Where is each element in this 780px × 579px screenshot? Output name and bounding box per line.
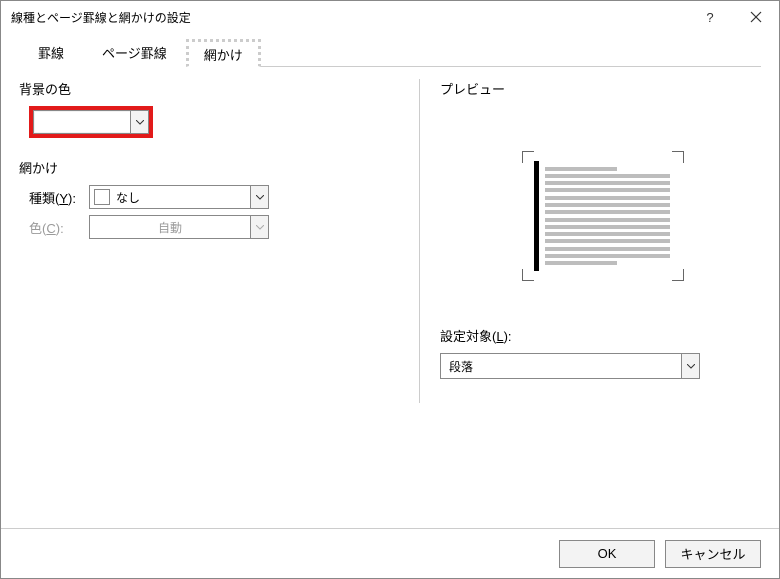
close-button[interactable] — [733, 2, 779, 32]
preview-label: プレビュー — [440, 79, 761, 98]
ok-button-label: OK — [598, 546, 617, 561]
pattern-type-label: 種類(Y): — [29, 188, 89, 207]
cancel-button-label: キャンセル — [680, 544, 745, 563]
preview-box — [516, 151, 686, 281]
preview-page — [534, 161, 674, 271]
apply-section: 設定対象(L): 段落 — [440, 326, 761, 403]
tab-page-borders[interactable]: ページ罫線 — [83, 36, 186, 67]
bg-color-combo[interactable] — [33, 110, 149, 134]
tab-borders-label: 罫線 — [38, 46, 64, 61]
tab-borders[interactable]: 罫線 — [19, 36, 83, 67]
close-icon — [750, 11, 762, 23]
dialog-window: 線種とページ罫線と網かけの設定 ? 罫線 ページ罫線 網かけ 背景の色 — [0, 0, 780, 579]
apply-to-arrow — [681, 354, 699, 378]
tab-page-borders-label: ページ罫線 — [102, 46, 167, 61]
pattern-type-value: なし — [116, 189, 140, 206]
chevron-down-icon — [256, 225, 264, 230]
bg-color-row — [29, 106, 407, 138]
chevron-down-icon — [687, 364, 695, 369]
pattern-type-combo[interactable]: なし — [89, 185, 269, 209]
highlight-box — [29, 106, 153, 138]
ok-button[interactable]: OK — [559, 540, 655, 568]
right-column: プレビュー 設定対象(L): — [419, 79, 761, 403]
pattern-type-body: なし — [90, 186, 250, 208]
pattern-swatch-icon — [94, 189, 110, 205]
preview-lines — [545, 165, 670, 267]
apply-to-value: 段落 — [449, 358, 473, 375]
dialog-footer: OK キャンセル — [1, 528, 779, 578]
tab-strip: 罫線 ページ罫線 網かけ — [19, 37, 761, 67]
pattern-color-body: 自動 — [90, 216, 250, 238]
apply-to-label: 設定対象(L): — [440, 326, 761, 345]
pattern-type-row: 種類(Y): なし — [29, 185, 407, 209]
chevron-down-icon — [136, 120, 144, 125]
bg-color-swatch — [35, 112, 130, 132]
pattern-color-combo: 自動 — [89, 215, 269, 239]
content-row: 背景の色 網かけ 種類(Y): — [19, 79, 761, 403]
pattern-type-arrow — [250, 186, 268, 208]
left-column: 背景の色 網かけ 種類(Y): — [19, 79, 419, 403]
help-button[interactable]: ? — [687, 2, 733, 32]
tab-shading-label: 網かけ — [204, 48, 243, 63]
crop-mark-icon — [522, 151, 534, 163]
apply-to-combo[interactable]: 段落 — [440, 353, 700, 379]
pattern-color-label: 色(C): — [29, 218, 89, 237]
pattern-color-row: 色(C): 自動 — [29, 215, 407, 239]
tab-shading[interactable]: 網かけ — [186, 39, 261, 67]
pattern-color-value: 自動 — [158, 219, 182, 236]
titlebar: 線種とページ罫線と網かけの設定 ? — [1, 1, 779, 33]
dialog-body: 罫線 ページ罫線 網かけ 背景の色 網かけ — [1, 33, 779, 528]
cancel-button[interactable]: キャンセル — [665, 540, 761, 568]
apply-to-body: 段落 — [441, 354, 681, 378]
shading-section-label: 網かけ — [19, 158, 407, 177]
crop-mark-icon — [522, 269, 534, 281]
pattern-color-arrow — [250, 216, 268, 238]
preview-area — [440, 106, 761, 326]
window-title: 線種とページ罫線と網かけの設定 — [11, 9, 687, 26]
chevron-down-icon — [256, 195, 264, 200]
bg-color-label: 背景の色 — [19, 79, 407, 98]
titlebar-buttons: ? — [687, 2, 779, 32]
bg-color-dropdown-arrow — [130, 111, 148, 133]
